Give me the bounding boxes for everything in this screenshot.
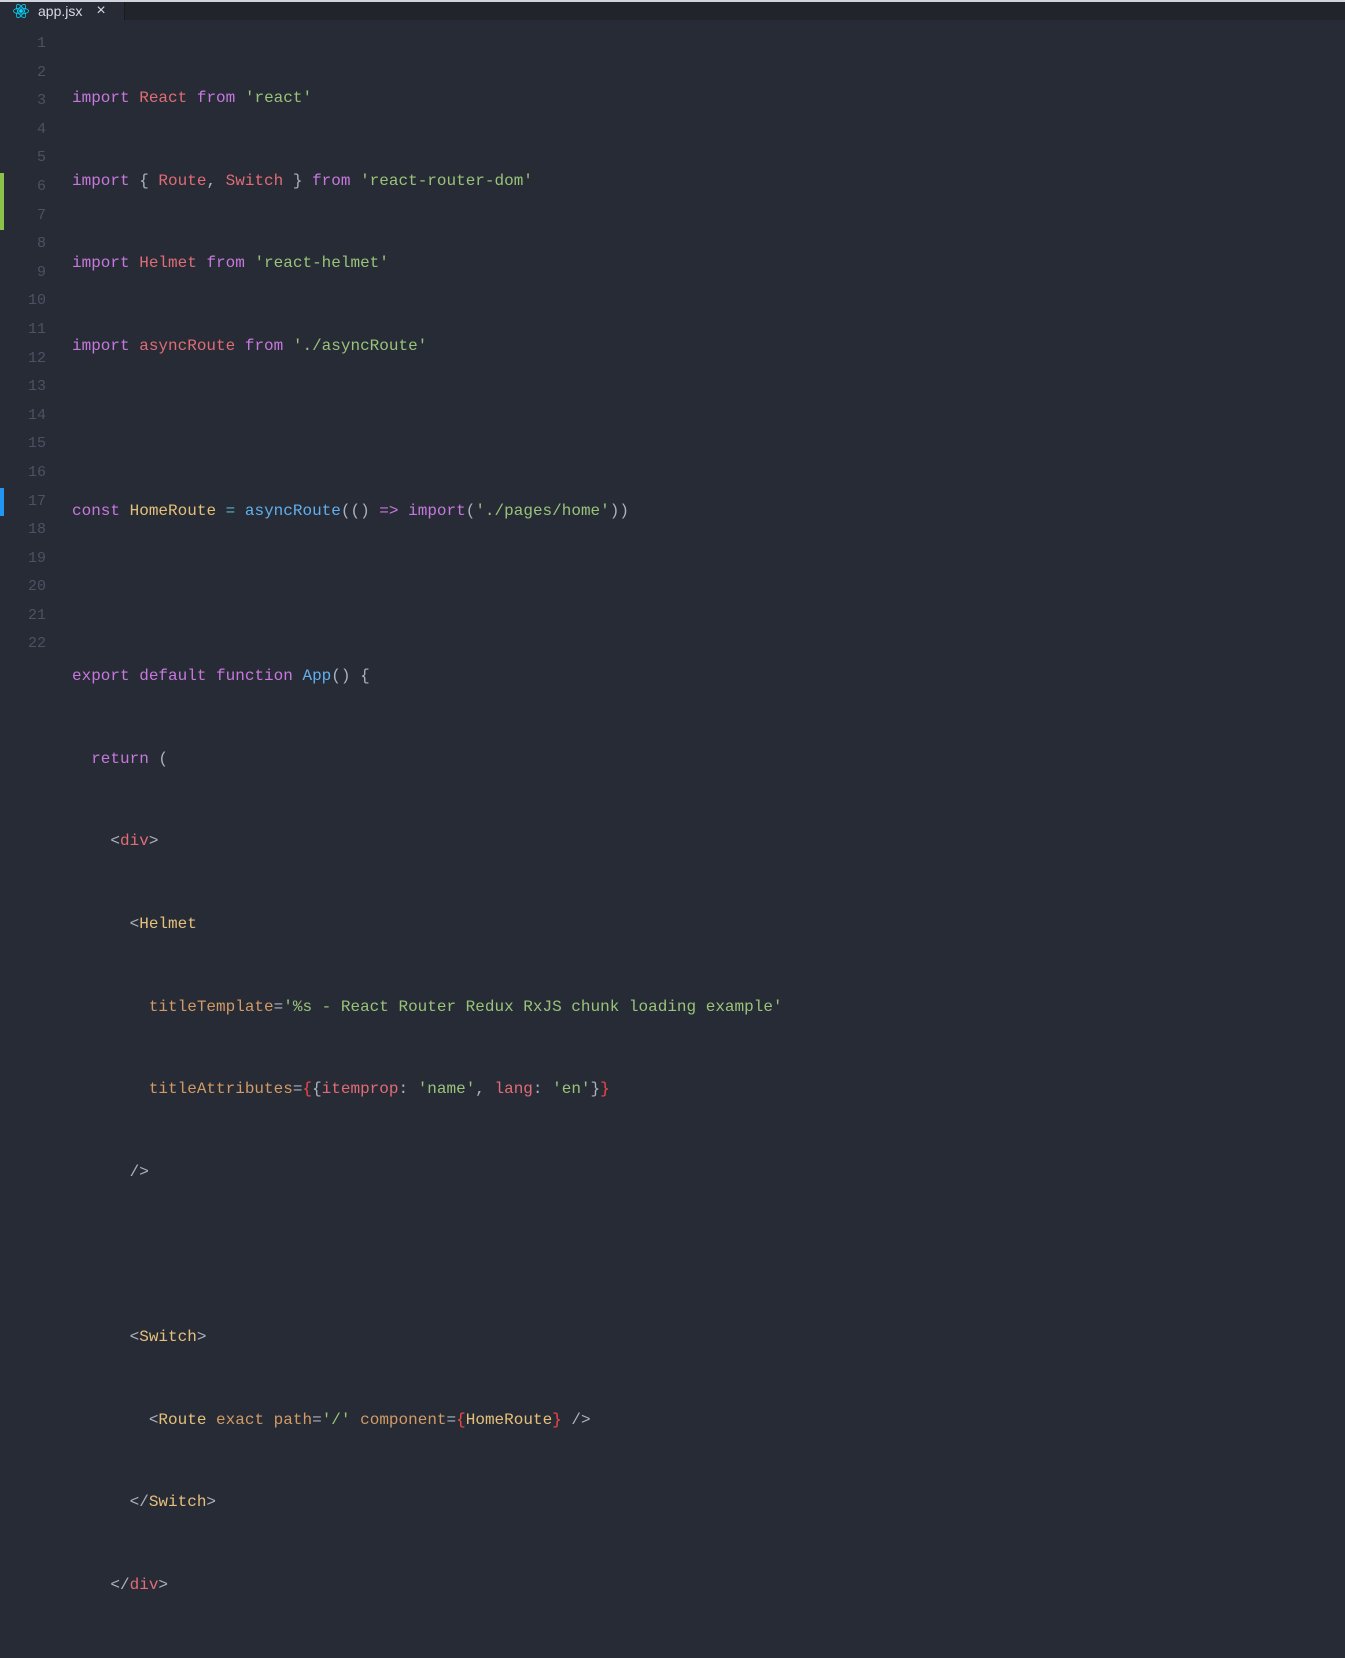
line-number: 14 <box>6 402 46 431</box>
code-line[interactable]: const HomeRoute = asyncRoute(() => impor… <box>72 497 1345 526</box>
line-number: 18 <box>6 516 46 545</box>
line-number: 7 <box>6 202 46 231</box>
line-number: 10 <box>6 287 46 316</box>
code-line[interactable]: import asyncRoute from './asyncRoute' <box>72 332 1345 361</box>
gutter-marker <box>0 488 4 517</box>
line-number: 13 <box>6 373 46 402</box>
code-line[interactable]: titleTemplate='%s - React Router Redux R… <box>72 993 1345 1022</box>
tab-name: app.jsx <box>38 3 82 19</box>
line-number: 22 <box>6 630 46 659</box>
line-number: 8 <box>6 230 46 259</box>
code-line[interactable]: import { Route, Switch } from 'react-rou… <box>72 167 1345 196</box>
gutter-marker <box>0 202 4 231</box>
code-line[interactable]: </Switch> <box>72 1488 1345 1517</box>
code-line[interactable]: <Switch> <box>72 1323 1345 1352</box>
code-line[interactable] <box>72 1240 1345 1269</box>
line-number: 20 <box>6 573 46 602</box>
line-number: 6 <box>6 173 46 202</box>
code-lines[interactable]: import React from 'react' import { Route… <box>72 30 1345 1658</box>
line-number: 21 <box>6 602 46 631</box>
code-line[interactable]: return ( <box>72 745 1345 774</box>
code-line[interactable]: <Route exact path='/' component={HomeRou… <box>72 1406 1345 1435</box>
code-area[interactable]: 12345678910111213141516171819202122 impo… <box>0 20 1345 1658</box>
line-number-gutter: 12345678910111213141516171819202122 <box>6 30 72 1658</box>
editor-area: app.jsx × 123456789101112131415161718192… <box>0 0 1345 829</box>
line-number: 12 <box>6 345 46 374</box>
line-number: 3 <box>6 87 46 116</box>
tab-app-jsx[interactable]: app.jsx × <box>0 2 125 20</box>
close-icon[interactable]: × <box>90 3 111 19</box>
line-number: 19 <box>6 545 46 574</box>
code-line[interactable]: ) <box>72 1653 1345 1658</box>
code-line[interactable] <box>72 414 1345 443</box>
react-icon <box>12 2 30 20</box>
code-line[interactable]: <Helmet <box>72 910 1345 939</box>
tab-bar: app.jsx × <box>0 2 1345 20</box>
code-line[interactable]: import Helmet from 'react-helmet' <box>72 249 1345 278</box>
line-number: 17 <box>6 488 46 517</box>
code-line[interactable]: titleAttributes={{itemprop: 'name', lang… <box>72 1075 1345 1104</box>
line-number: 9 <box>6 259 46 288</box>
line-number: 16 <box>6 459 46 488</box>
code-line[interactable]: <div> <box>72 827 1345 856</box>
line-number: 4 <box>6 116 46 145</box>
gutter-markers <box>0 30 6 1658</box>
code-line[interactable]: import React from 'react' <box>72 84 1345 113</box>
line-number: 11 <box>6 316 46 345</box>
code-line[interactable] <box>72 580 1345 609</box>
line-number: 15 <box>6 430 46 459</box>
code-line[interactable]: export default function App() { <box>72 662 1345 691</box>
code-line[interactable]: </div> <box>72 1571 1345 1600</box>
line-number: 1 <box>6 30 46 59</box>
line-number: 2 <box>6 59 46 88</box>
line-number: 5 <box>6 144 46 173</box>
code-line[interactable]: /> <box>72 1158 1345 1187</box>
gutter-marker <box>0 173 4 202</box>
